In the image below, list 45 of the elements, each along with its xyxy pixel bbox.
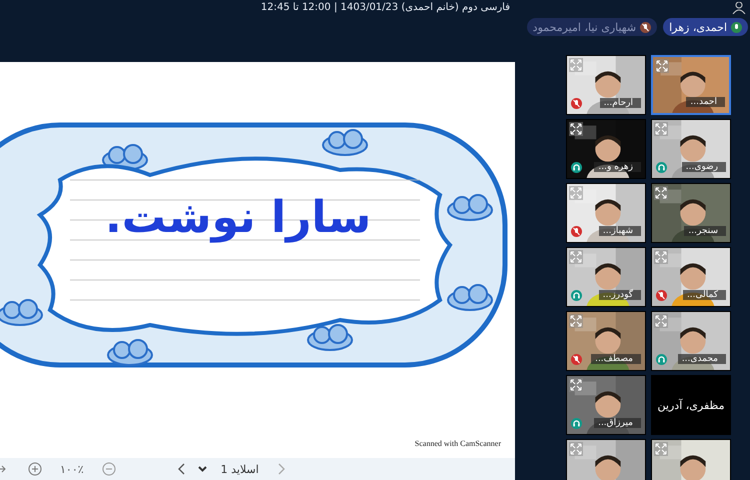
participant-name: ارحام... [600, 98, 641, 108]
zoom-out-button[interactable] [102, 462, 116, 476]
participant-name: احمد... [686, 97, 725, 107]
slide-number: اسلاید 1 [220, 462, 259, 476]
zoom-level: ۱۰۰٪ [60, 462, 84, 476]
muted-microphone-icon [640, 22, 652, 32]
expand-icon[interactable] [569, 378, 583, 392]
video-tile[interactable]: شهباز... [566, 183, 646, 243]
expand-icon[interactable] [654, 186, 668, 200]
video-tile[interactable]: سنجر... [651, 183, 731, 243]
muted-microphone-icon[interactable] [571, 226, 582, 237]
participant-name: میرزاق... [594, 418, 641, 428]
session-title: فارسی دوم (خانم احمدی) 1403/01/23 | 12:00 تا 12:45 [260, 2, 510, 14]
dropdown-button[interactable] [198, 466, 207, 472]
video-tile[interactable]: ارحام... [566, 55, 646, 115]
muted-microphone-icon[interactable] [571, 98, 582, 109]
participant-name: سنجر... [684, 226, 726, 236]
headset-icon[interactable] [571, 162, 582, 173]
participant-tile[interactable]: مظفری، آدرین [651, 375, 731, 435]
video-tile[interactable]: احمد... [651, 55, 731, 115]
expand-icon[interactable] [569, 122, 583, 136]
next-button[interactable] [276, 463, 285, 475]
participant-name: کمالی... [682, 290, 726, 300]
scan-caption: Scanned with CamScanner [414, 439, 501, 448]
microphone-icon [731, 22, 742, 32]
participant-name: محمدی... [678, 354, 726, 364]
participant-name: رضوی... [682, 162, 726, 172]
video-tile[interactable]: کمالی... [651, 247, 731, 307]
participant-name: مصطف... [591, 354, 641, 364]
video-tile[interactable]: زهره و... [566, 119, 646, 179]
muted-microphone-icon[interactable] [656, 290, 667, 301]
previous-button[interactable] [178, 463, 186, 475]
video-tile[interactable]: مصطف... [566, 311, 646, 371]
participant-name: شهباز... [598, 226, 641, 236]
participant-name: زهره و... [594, 162, 641, 172]
participant-name: گودرز... [598, 290, 641, 300]
expand-icon[interactable] [655, 59, 669, 73]
speaker-chip: احمدی، زهرا [663, 18, 748, 36]
speaker-chip: شهیاری نیا، امیرمحمود [526, 18, 658, 36]
video-tile[interactable]: میرزاق... [566, 375, 646, 435]
muted-microphone-icon[interactable] [571, 354, 582, 365]
user-icon[interactable] [732, 2, 746, 14]
slide-text: سارا نوشت. [105, 192, 372, 243]
participant-name: مظفری، آدرین [658, 398, 724, 412]
zoom-in-button[interactable] [28, 462, 42, 476]
